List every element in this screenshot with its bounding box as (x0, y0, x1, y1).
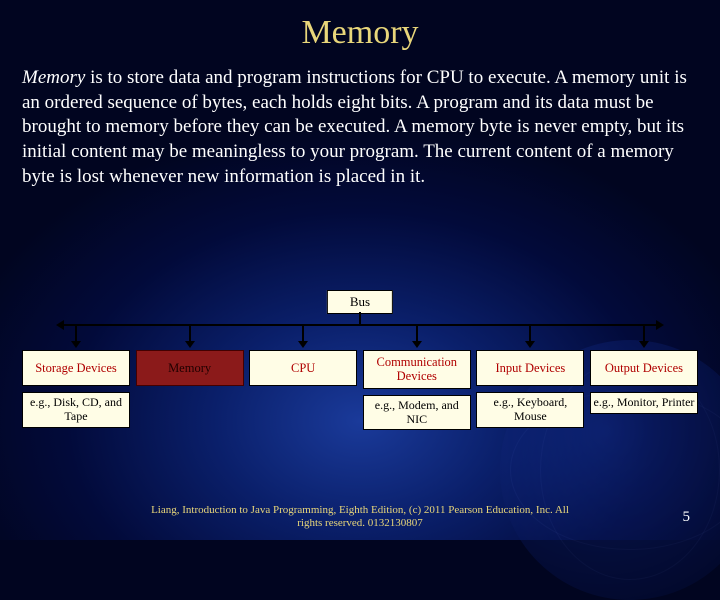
component-columns: Storage Devices e.g., Disk, CD, and TapeM… (22, 324, 698, 430)
component-box: Input Devices (476, 350, 584, 386)
example-box: e.g., Modem, and NIC (363, 395, 471, 431)
connector-line (302, 324, 304, 342)
component-column: Input Devices e.g., Keyboard, Mouse (476, 324, 584, 430)
component-column: Memory (136, 324, 244, 430)
component-box: Memory (136, 350, 244, 386)
component-box: Communication Devices (363, 350, 471, 389)
bus-stem-line (359, 312, 361, 324)
slide-title: Memory (0, 0, 720, 52)
connector-line (529, 324, 531, 342)
component-column: Output Devices e.g., Monitor, Printer (590, 324, 698, 430)
component-box: Output Devices (590, 350, 698, 386)
example-box: e.g., Monitor, Printer (590, 392, 698, 414)
component-column: CPU (249, 324, 357, 430)
bus-box: Bus (327, 290, 393, 314)
footer-citation: Liang, Introduction to Java Programming,… (0, 504, 720, 530)
component-column: Communication Devices e.g., Modem, and NI… (363, 324, 471, 430)
connector-line (75, 324, 77, 342)
lead-word: Memory (22, 67, 85, 88)
component-box: Storage Devices (22, 350, 130, 386)
connector-line (416, 324, 418, 342)
bus-diagram: Bus Storage Devices e.g., Disk, CD, and T… (22, 290, 698, 460)
page-number: 5 (683, 509, 691, 526)
body-rest: is to store data and program instruction… (22, 67, 687, 187)
component-box: CPU (249, 350, 357, 386)
example-box: e.g., Disk, CD, and Tape (22, 392, 130, 428)
slide-body: Memory is to store data and program inst… (0, 52, 720, 189)
connector-line (189, 324, 191, 342)
example-box: e.g., Keyboard, Mouse (476, 392, 584, 428)
component-column: Storage Devices e.g., Disk, CD, and Tape (22, 324, 130, 430)
connector-line (643, 324, 645, 342)
